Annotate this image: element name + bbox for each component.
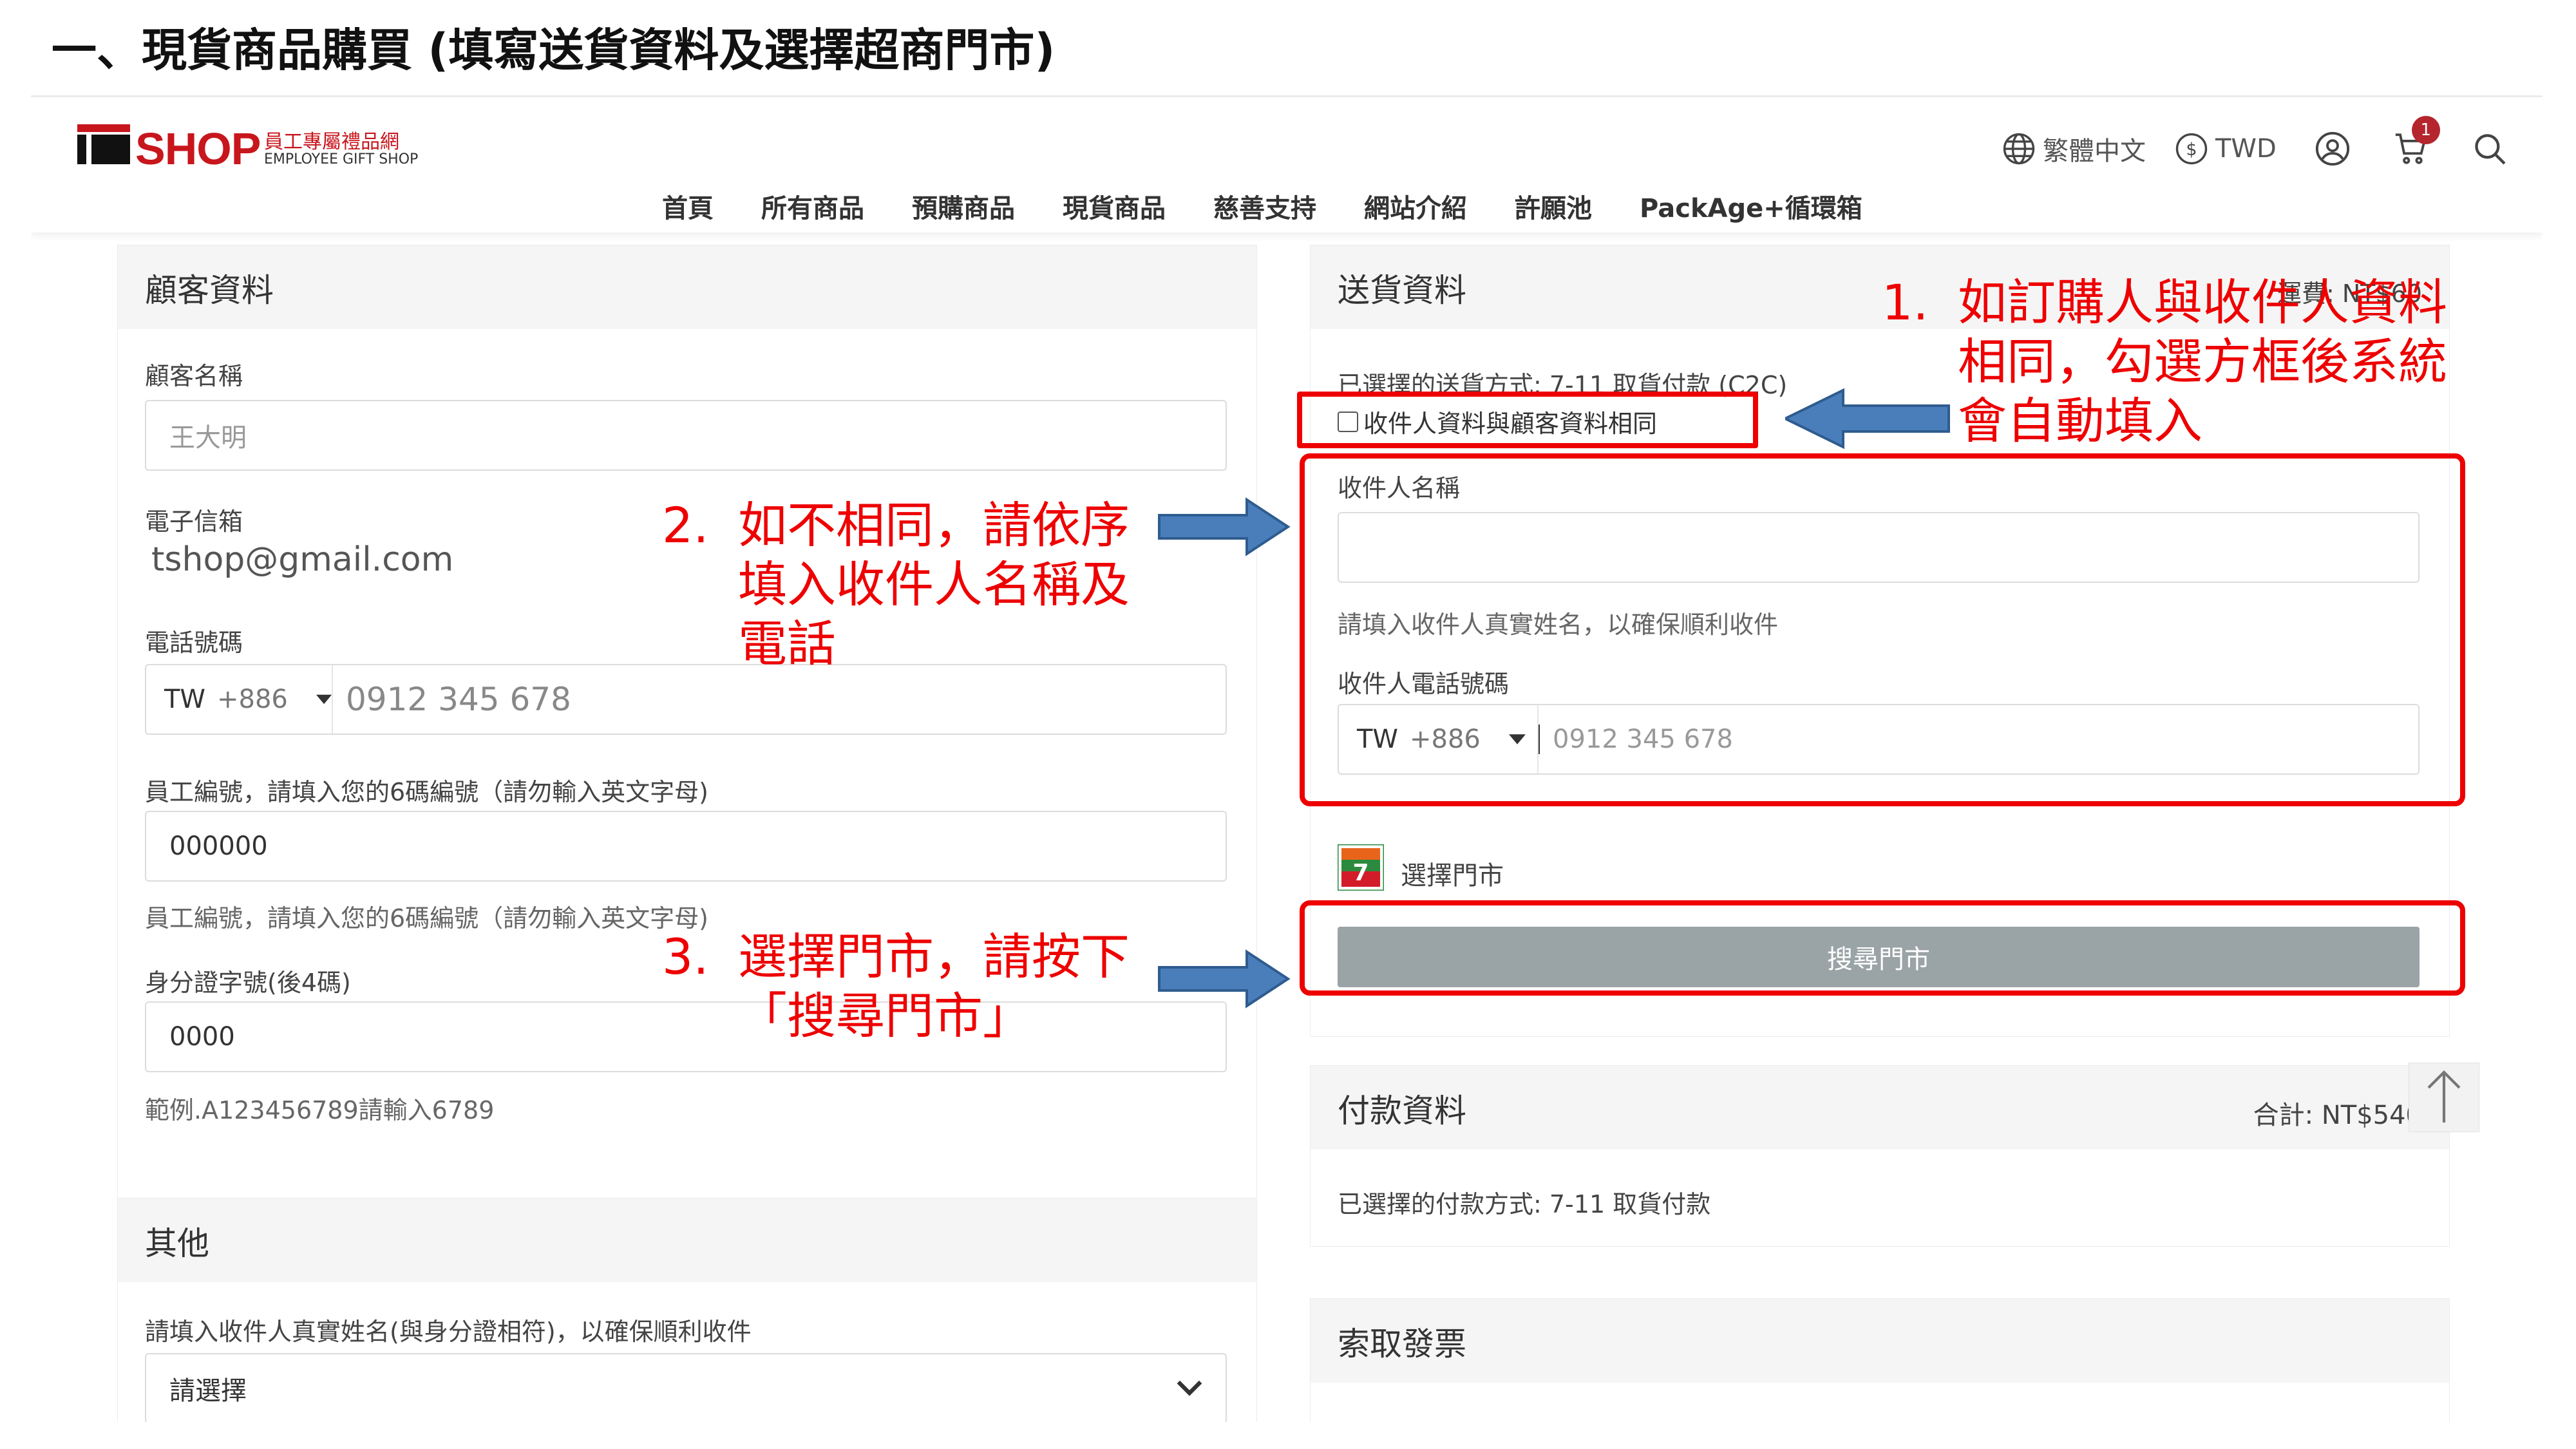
nav-item-in-stock[interactable]: 現貨商品 xyxy=(1063,187,1166,225)
caret-down-icon xyxy=(316,694,332,705)
other-info-card: 其他 請填入收件人真實姓名(與身分證相符)，以確保順利收件 請選擇 xyxy=(117,1198,1257,1422)
other-info-title: 其他 xyxy=(118,1198,1256,1282)
logo-mark-icon[interactable] xyxy=(77,124,130,164)
nav-item-package[interactable]: PackAge+循環箱 xyxy=(1640,187,1862,225)
language-label: 繁體中文 xyxy=(2043,137,2146,166)
other-select[interactable]: 請選擇 xyxy=(145,1353,1227,1422)
employee-id-value: 000000 xyxy=(169,831,268,861)
annotation-1-number: 1. xyxy=(1882,274,1929,331)
annotation-1-line: 相同，勾選方框後系統 xyxy=(1958,333,2447,390)
payment-info-title: 付款資料 合計: NT$540 xyxy=(1311,1066,2449,1150)
user-icon xyxy=(2315,131,2349,166)
search-button[interactable] xyxy=(2471,130,2508,167)
chevron-down-icon xyxy=(1177,1380,1202,1396)
phone-country: TW xyxy=(164,685,205,714)
annotation-arrow-right-icon xyxy=(1158,949,1291,1009)
account-button[interactable] xyxy=(2314,130,2351,167)
id-number-label: 身分證字號(後4碼) xyxy=(145,969,351,997)
customer-name-input[interactable]: 王大明 xyxy=(145,400,1227,471)
main-nav: 首頁 所有商品 預購商品 現貨商品 慈善支持 網站介紹 許願池 PackAge+… xyxy=(662,187,1862,225)
nav-item-preorder[interactable]: 預購商品 xyxy=(912,187,1015,225)
annotation-3-line: 「搜尋門市」 xyxy=(738,987,1032,1045)
nav-item-all-products[interactable]: 所有商品 xyxy=(761,187,864,225)
phone-country-select[interactable]: TW +886 xyxy=(146,665,333,734)
invoice-title: 索取發票 xyxy=(1311,1299,2449,1383)
payment-title-text: 付款資料 xyxy=(1338,1092,1466,1130)
payment-total: 合計: NT$540 xyxy=(2253,1101,2422,1130)
annotation-3-line: 選擇門市，請按下 xyxy=(738,928,1130,985)
arrow-up-icon xyxy=(2427,1070,2461,1122)
nav-item-charity[interactable]: 慈善支持 xyxy=(1213,187,1316,225)
id-number-value: 0000 xyxy=(169,1022,235,1052)
annotation-3-text: 選擇門市，請按下 「搜尋門市」 xyxy=(738,927,1130,1046)
select-store-label: 選擇門市 xyxy=(1401,861,1504,891)
phone-code: +886 xyxy=(216,685,288,714)
dollar-icon: $ xyxy=(2175,133,2208,165)
payment-method: 已選擇的付款方式: 7-11 取貨付款 xyxy=(1338,1190,1711,1218)
invoice-card: 索取發票 xyxy=(1310,1298,2450,1422)
employee-id-label: 員工編號，請填入您的6碼編號（請勿輸入英文字母) xyxy=(145,778,709,806)
svg-text:7: 7 xyxy=(1352,860,1368,886)
annotation-2-text: 如不相同，請依序 填入收件人名稱及 電話 xyxy=(738,496,1130,674)
delivery-title-text: 送貨資料 xyxy=(1338,272,1466,309)
other-select-value: 請選擇 xyxy=(169,1376,247,1406)
email-field[interactable]: tshop@gmail.com xyxy=(151,540,453,579)
cart-button[interactable]: 1 xyxy=(2392,116,2440,167)
annotation-arrow-right-icon xyxy=(1158,497,1291,556)
currency-label: TWD xyxy=(2215,134,2277,164)
annotation-2-number: 2. xyxy=(662,497,709,554)
header-tools: 繁體中文 $ TWD 1 xyxy=(2002,116,2508,168)
annotation-1-line: 如訂購人與收件人資料 xyxy=(1958,274,2447,331)
phone-input-group: TW +886 0912 345 678 xyxy=(145,664,1227,735)
site-header: SHOP 員工專屬禮品網 EMPLOYEE GIFT SHOP 繁體中文 $ T… xyxy=(31,97,2543,232)
annotation-box-search-store xyxy=(1300,900,2465,996)
search-icon xyxy=(2475,134,2506,165)
logo-subtitle-en: EMPLOYEE GIFT SHOP xyxy=(264,151,419,167)
annotation-1-line: 會自動填入 xyxy=(1958,392,2202,450)
phone-number-value[interactable]: 0912 345 678 xyxy=(333,681,571,718)
logo-text[interactable]: SHOP xyxy=(135,123,261,175)
annotation-1-text: 如訂購人與收件人資料 相同，勾選方框後系統 會自動填入 xyxy=(1958,273,2447,451)
email-label: 電子信箱 xyxy=(145,507,243,536)
slide-title: 一、現貨商品購買 (填寫送貨資料及選擇超商門市) xyxy=(52,24,1056,77)
back-to-top-button[interactable] xyxy=(2409,1063,2479,1132)
globe-icon xyxy=(2003,133,2035,165)
language-selector[interactable]: 繁體中文 xyxy=(2002,130,2146,167)
other-field-label: 請填入收件人真實姓名(與身分證相符)，以確保順利收件 xyxy=(145,1318,752,1346)
annotation-box-receiver xyxy=(1300,453,2465,806)
nav-item-about[interactable]: 網站介紹 xyxy=(1364,187,1467,225)
annotation-2-line: 填入收件人名稱及 xyxy=(738,556,1130,613)
annotation-arrow-left-icon xyxy=(1785,388,1950,450)
cart-count-badge: 1 xyxy=(2411,116,2440,144)
payment-info-card: 付款資料 合計: NT$540 已選擇的付款方式: 7-11 取貨付款 xyxy=(1310,1065,2450,1247)
customer-info-title: 顧客資料 xyxy=(118,245,1256,329)
svg-text:$: $ xyxy=(2186,140,2197,160)
annotation-3-number: 3. xyxy=(662,928,709,985)
nav-item-wishlist[interactable]: 許願池 xyxy=(1515,187,1592,225)
annotation-2-line: 電話 xyxy=(738,615,836,672)
id-number-helper: 範例.A123456789請輸入6789 xyxy=(145,1096,495,1124)
employee-id-input[interactable]: 000000 xyxy=(145,811,1227,882)
nav-item-home[interactable]: 首頁 xyxy=(662,187,714,225)
customer-name-label: 顧客名稱 xyxy=(145,362,243,390)
logo-subtitle-zh: 員工專屬禮品網 xyxy=(264,131,399,153)
customer-info-card: 顧客資料 顧客名稱 王大明 電子信箱 tshop@gmail.com 電話號碼 … xyxy=(117,245,1257,1239)
phone-label: 電話號碼 xyxy=(145,629,243,657)
annotation-box-checkbox xyxy=(1297,392,1758,448)
annotation-2-line: 如不相同，請依序 xyxy=(738,497,1130,554)
customer-name-value: 王大明 xyxy=(169,423,247,453)
employee-id-helper: 員工編號，請填入您的6碼編號（請勿輸入英文字母) xyxy=(145,904,709,933)
currency-selector[interactable]: $ TWD xyxy=(2174,131,2277,166)
seven-eleven-icon: 7 xyxy=(1336,843,1385,892)
